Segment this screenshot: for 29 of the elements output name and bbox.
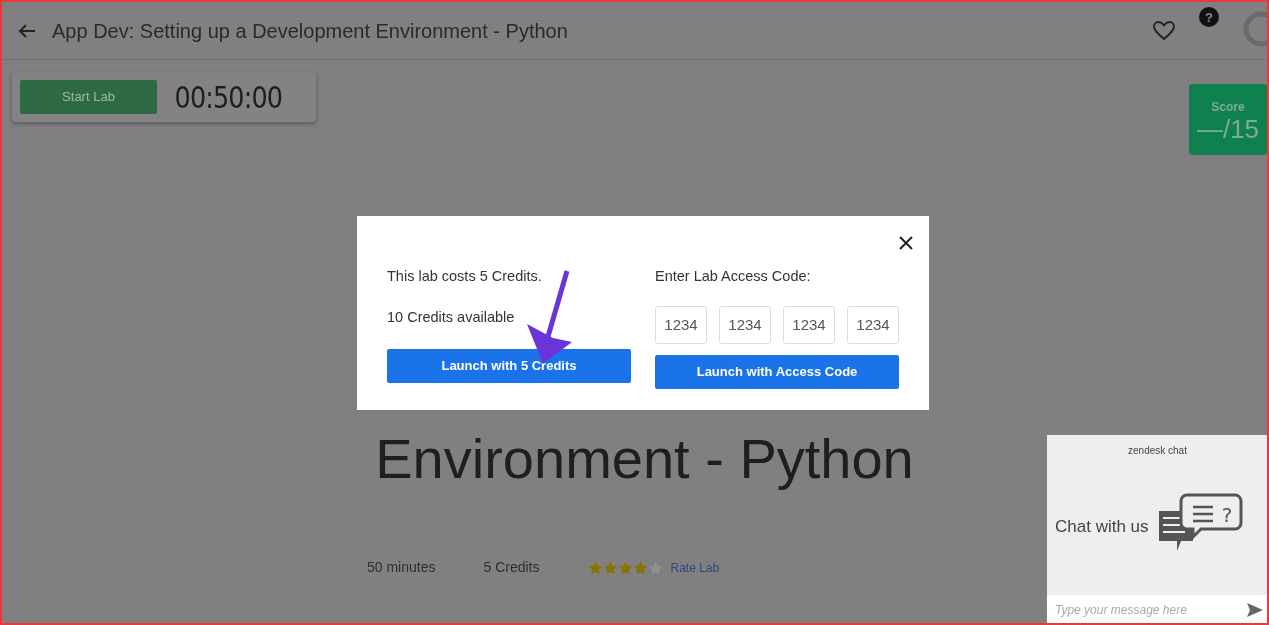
rate-lab-link[interactable]: Rate Lab (670, 558, 720, 577)
heart-icon[interactable] (1153, 20, 1175, 41)
star-filled-icon (587, 560, 603, 575)
lab-title: Environment - Python (375, 426, 914, 492)
star-filled-icon (602, 560, 618, 575)
launch-with-code-button[interactable]: Launch with Access Code (655, 354, 899, 389)
access-code-field[interactable]: 1234 (719, 305, 771, 344)
access-code-field[interactable]: 1234 (655, 305, 707, 344)
page-title: App Dev: Setting up a Development Environment - Python (52, 18, 568, 44)
timer: 00:50:00 (174, 78, 283, 117)
score-label: Score (1211, 98, 1245, 116)
start-lab-button[interactable]: Start Lab (20, 80, 157, 114)
chat-brand-text: zendesk chat (1127, 444, 1188, 458)
help-icon[interactable]: ? (1199, 6, 1219, 27)
launch-with-credits-button[interactable]: Launch with 5 Credits (387, 348, 631, 383)
send-icon[interactable] (1246, 602, 1264, 618)
duration-text: 50 minutes (367, 558, 436, 577)
score-value: —/15 (1196, 115, 1260, 142)
credits-text: 5 Credits (483, 558, 540, 577)
access-code-label: Enter Lab Access Code: (655, 267, 812, 286)
cost-text: This lab costs 5 Credits. (387, 267, 543, 286)
back-arrow-icon[interactable] (18, 22, 36, 39)
available-credits-text: 10 Credits available (387, 307, 516, 327)
star-filled-icon (617, 560, 633, 575)
access-code-field[interactable]: 1234 (783, 305, 835, 344)
chat-heading: Chat with us (1055, 515, 1149, 538)
chat-message-field[interactable]: Type your message here (1047, 595, 1267, 623)
star-filled-icon (632, 560, 648, 575)
access-code-field[interactable]: 1234 (847, 305, 899, 344)
